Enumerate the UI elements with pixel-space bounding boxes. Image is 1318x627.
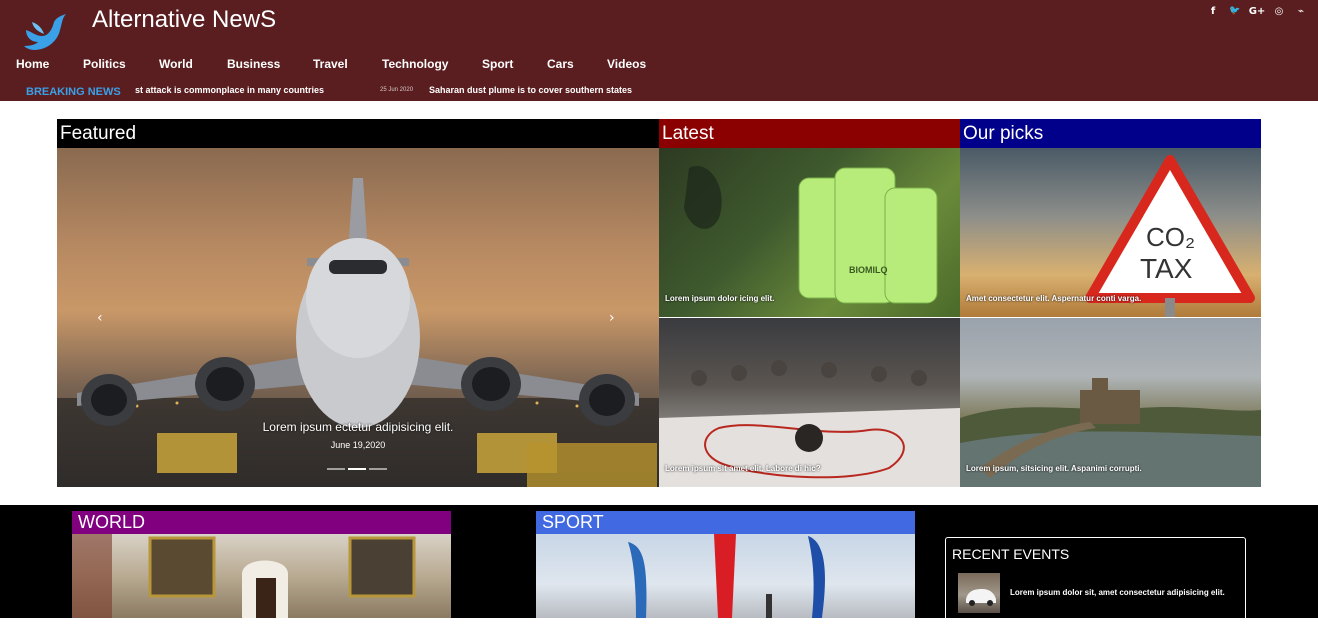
recent-events-title: RECENT EVENTS bbox=[952, 546, 1070, 562]
car-image bbox=[966, 589, 996, 606]
world-heading: WORLD bbox=[72, 511, 451, 534]
portrait-room-image bbox=[72, 534, 416, 618]
co2-tax-sign-image: CO₂ TAX bbox=[1085, 155, 1255, 317]
news-ticker: st attack is commonplace in many countri… bbox=[135, 84, 660, 98]
site-title[interactable]: Alternative NewS bbox=[92, 6, 276, 34]
bird-logo-icon[interactable] bbox=[22, 10, 70, 54]
carousel-indicator[interactable] bbox=[327, 468, 345, 470]
nav-item-home[interactable]: Home bbox=[16, 57, 49, 71]
category-band: WORLD SPORT RECENT EVENTS Lorem ipsum do… bbox=[0, 505, 1318, 627]
castle-bridge-image bbox=[960, 378, 1261, 487]
featured-carousel[interactable]: ‹ › Lorem ipsum ectetur adipisicing elit… bbox=[57, 148, 659, 487]
nav-item-sport[interactable]: Sport bbox=[482, 57, 513, 71]
story-title[interactable]: Amet consectetur elit. Aspernatur conti … bbox=[966, 294, 1141, 303]
carousel-indicator-active[interactable] bbox=[348, 468, 366, 470]
featured-heading: Featured bbox=[57, 119, 659, 148]
slide-date: June 19,2020 bbox=[330, 440, 386, 450]
ticker-headline[interactable]: st attack is commonplace in many countri… bbox=[135, 85, 324, 95]
ticker-date: 25 Jun 2020 bbox=[380, 87, 414, 93]
nav-item-business[interactable]: Business bbox=[227, 57, 280, 71]
rss-icon[interactable]: ⌁ bbox=[1290, 6, 1312, 17]
ticker-headline[interactable]: Saharan dust plume is to cover southern … bbox=[429, 85, 632, 95]
nav-item-world[interactable]: World bbox=[159, 57, 193, 71]
story-title[interactable]: Lorem ipsum, sitsicing elit. Aspanimi co… bbox=[966, 464, 1142, 473]
sport-heading: SPORT bbox=[536, 511, 915, 534]
facebook-icon[interactable]: f bbox=[1202, 6, 1224, 17]
latest-heading: Latest bbox=[659, 119, 960, 148]
social-links: f 🐦 G+ ◎ ⌁ bbox=[1202, 6, 1312, 17]
site-header: Alternative NewS f 🐦 G+ ◎ ⌁ Home Politic… bbox=[0, 0, 1318, 101]
airplane-image bbox=[57, 178, 659, 487]
instagram-icon[interactable]: ◎ bbox=[1268, 6, 1290, 17]
story-title[interactable]: Lorem ipsum dolor icing elit. bbox=[665, 294, 774, 303]
carousel-indicator[interactable] bbox=[369, 468, 387, 470]
nav-item-politics[interactable]: Politics bbox=[83, 57, 126, 71]
event-thumbnail[interactable] bbox=[958, 573, 1000, 613]
nav-item-travel[interactable]: Travel bbox=[313, 57, 348, 71]
svg-text:BIOMILQ: BIOMILQ bbox=[849, 265, 888, 275]
google-plus-icon[interactable]: G+ bbox=[1246, 6, 1268, 17]
world-story-image[interactable] bbox=[72, 534, 451, 618]
carousel-prev-icon[interactable]: ‹ bbox=[97, 310, 103, 326]
carousel-next-icon[interactable]: › bbox=[609, 310, 615, 326]
nav-item-cars[interactable]: Cars bbox=[547, 57, 574, 71]
pick-story-tile[interactable]: Lorem ipsum, sitsicing elit. Aspanimi co… bbox=[960, 318, 1261, 487]
latest-story-tile[interactable]: Lorem ipsum sit amet elit. Labore di hic… bbox=[659, 318, 960, 487]
breaking-news-label: BREAKING NEWS bbox=[26, 86, 121, 98]
milk-bottles-image: BIOMILQ bbox=[684, 166, 938, 304]
breaking-news-bar: BREAKING NEWS st attack is commonplace i… bbox=[0, 84, 660, 98]
recent-events-panel: RECENT EVENTS Lorem ipsum dolor sit, ame… bbox=[945, 537, 1246, 627]
carousel-indicators bbox=[327, 468, 387, 470]
pick-story-tile[interactable]: CO₂ TAX Amet consectetur elit. Aspernatu… bbox=[960, 148, 1261, 317]
nav-item-technology[interactable]: Technology bbox=[382, 57, 448, 71]
sport-story-image[interactable] bbox=[536, 534, 915, 618]
story-title[interactable]: Lorem ipsum sit amet elit. Labore di hic… bbox=[665, 464, 821, 473]
latest-story-tile[interactable]: BIOMILQ Lorem ipsum dolor icing elit. bbox=[659, 148, 960, 317]
event-title[interactable]: Lorem ipsum dolor sit, amet consectetur … bbox=[1010, 588, 1225, 597]
slide-caption[interactable]: Lorem ipsum ectetur adipisicing elit. bbox=[57, 420, 659, 434]
protest-image bbox=[659, 360, 960, 487]
our-picks-heading: Our picks bbox=[960, 119, 1261, 148]
twitter-icon[interactable]: 🐦 bbox=[1224, 6, 1246, 17]
nav-item-videos[interactable]: Videos bbox=[607, 57, 646, 71]
svg-text:TAX: TAX bbox=[1140, 253, 1193, 284]
rally-flags-image bbox=[628, 534, 826, 618]
svg-text:CO₂: CO₂ bbox=[1146, 222, 1195, 252]
